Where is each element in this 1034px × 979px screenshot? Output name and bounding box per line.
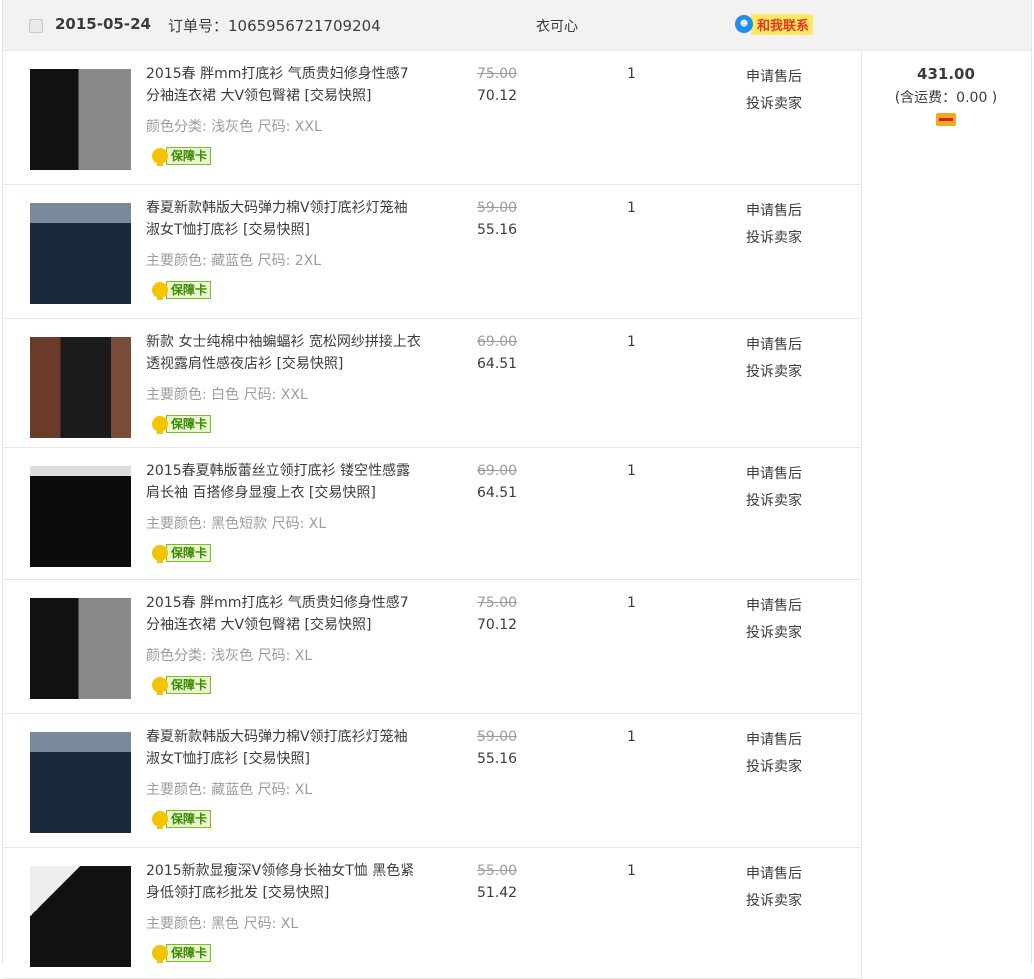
shop-name[interactable]: 衣可心 <box>536 16 578 36</box>
quantity: 1 <box>627 200 636 216</box>
order-item-row: 2015春 胖mm打底衫 气质贵妇修身性感7分袖连衣裙 大V领包臀裙 [交易快照… <box>3 51 861 185</box>
total-amount: 431.00 <box>917 65 975 83</box>
guarantee-badge[interactable]: 保障卡 <box>152 146 212 166</box>
product-thumbnail[interactable] <box>30 466 131 567</box>
product-sku: 主要颜色: 黑色 尺码: XL <box>146 916 299 932</box>
paid-price: 64.51 <box>477 356 518 372</box>
guarantee-label: 保障卡 <box>166 544 212 562</box>
after-sales-link[interactable]: 申请售后 <box>746 463 802 483</box>
after-sales-link[interactable]: 申请售后 <box>746 334 802 354</box>
original-price: 55.00 <box>477 863 518 879</box>
guarantee-icon <box>152 545 168 563</box>
order-item-row: 春夏新款韩版大码弹力棉V领打底衫灯笼袖淑女T恤打底衫 [交易快照] 主要颜色: … <box>3 714 861 848</box>
paid-price: 51.42 <box>477 885 518 901</box>
complain-seller-link[interactable]: 投诉卖家 <box>746 93 802 113</box>
guarantee-label: 保障卡 <box>166 944 212 962</box>
original-price: 75.00 <box>477 595 518 611</box>
paid-price: 64.51 <box>477 485 518 501</box>
quantity: 1 <box>627 863 636 879</box>
order-header: 2015-05-24 订单号：1065956721709204 衣可心 ☻ 和我… <box>3 0 1031 51</box>
guarantee-label: 保障卡 <box>166 281 212 299</box>
item-list: 2015春 胖mm打底衫 气质贵妇修身性感7分袖连衣裙 大V领包臀裙 [交易快照… <box>3 51 862 979</box>
guarantee-icon <box>152 945 168 963</box>
complain-seller-link[interactable]: 投诉卖家 <box>746 890 802 910</box>
contact-seller-label: 和我联系 <box>751 13 814 35</box>
guarantee-icon <box>152 282 168 300</box>
contact-seller-button[interactable]: ☻ 和我联系 <box>735 13 814 35</box>
complain-seller-link[interactable]: 投诉卖家 <box>746 622 802 642</box>
product-thumbnail[interactable] <box>30 866 131 967</box>
guarantee-icon <box>152 148 168 166</box>
shipping-fee: (含运费：0.00 ) <box>894 90 998 106</box>
order-card: 2015-05-24 订单号：1065956721709204 衣可心 ☻ 和我… <box>2 0 1032 979</box>
guarantee-badge[interactable]: 保障卡 <box>152 414 212 434</box>
order-total: 431.00 (含运费：0.00 ) <box>861 51 1031 130</box>
product-sku: 主要颜色: 藏蓝色 尺码: 2XL <box>146 253 322 269</box>
after-sales-link[interactable]: 申请售后 <box>746 66 802 86</box>
order-date: 2015-05-24 <box>55 15 151 33</box>
guarantee-label: 保障卡 <box>166 810 212 828</box>
paid-price: 70.12 <box>477 88 518 104</box>
quantity: 1 <box>627 66 636 82</box>
guarantee-label: 保障卡 <box>166 676 212 694</box>
product-thumbnail[interactable] <box>30 337 131 438</box>
quantity: 1 <box>627 334 636 350</box>
product-thumbnail[interactable] <box>30 732 131 833</box>
original-price: 69.00 <box>477 334 518 350</box>
product-title[interactable]: 春夏新款韩版大码弹力棉V领打底衫灯笼袖淑女T恤打底衫 [交易快照] <box>146 726 421 770</box>
guarantee-icon <box>152 416 168 434</box>
chat-icon: ☻ <box>735 15 753 33</box>
original-price: 75.00 <box>477 66 518 82</box>
product-title[interactable]: 2015新款显瘦深V领修身长袖女T恤 黑色紧身低领打底衫批发 [交易快照] <box>146 860 421 904</box>
order-item-row: 2015春夏韩版蕾丝立领打底衫 镂空性感露肩长袖 百搭修身显瘦上衣 [交易快照]… <box>3 448 861 580</box>
order-number: 订单号：1065956721709204 <box>168 17 381 35</box>
after-sales-link[interactable]: 申请售后 <box>746 863 802 883</box>
complain-seller-link[interactable]: 投诉卖家 <box>746 756 802 776</box>
complain-seller-link[interactable]: 投诉卖家 <box>746 361 802 381</box>
order-item-row: 2015新款显瘦深V领修身长袖女T恤 黑色紧身低领打底衫批发 [交易快照] 主要… <box>3 848 861 979</box>
guarantee-badge[interactable]: 保障卡 <box>152 675 212 695</box>
original-price: 69.00 <box>477 463 518 479</box>
after-sales-link[interactable]: 申请售后 <box>746 595 802 615</box>
quantity: 1 <box>627 595 636 611</box>
product-title[interactable]: 春夏新款韩版大码弹力棉V领打底衫灯笼袖淑女T恤打底衫 [交易快照] <box>146 197 421 241</box>
paid-price: 55.16 <box>477 222 518 238</box>
quantity: 1 <box>627 463 636 479</box>
order-checkbox[interactable] <box>29 19 43 33</box>
original-price: 59.00 <box>477 200 518 216</box>
guarantee-icon <box>152 677 168 695</box>
after-sales-link[interactable]: 申请售后 <box>746 200 802 220</box>
paid-price: 70.12 <box>477 617 518 633</box>
product-sku: 主要颜色: 藏蓝色 尺码: XL <box>146 782 313 798</box>
product-thumbnail[interactable] <box>30 598 131 699</box>
product-title[interactable]: 2015春 胖mm打底衫 气质贵妇修身性感7分袖连衣裙 大V领包臀裙 [交易快照… <box>146 592 421 636</box>
after-sales-link[interactable]: 申请售后 <box>746 729 802 749</box>
product-sku: 主要颜色: 黑色短款 尺码: XL <box>146 516 327 532</box>
product-sku: 颜色分类: 浅灰色 尺码: XXL <box>146 119 322 135</box>
payment-card-icon[interactable] <box>936 113 956 126</box>
product-title[interactable]: 新款 女士纯棉中袖蝙蝠衫 宽松网纱拼接上衣 透视露肩性感夜店衫 [交易快照] <box>146 331 421 375</box>
paid-price: 55.16 <box>477 751 518 767</box>
guarantee-badge[interactable]: 保障卡 <box>152 543 212 563</box>
guarantee-icon <box>152 811 168 829</box>
complain-seller-link[interactable]: 投诉卖家 <box>746 227 802 247</box>
order-item-row: 新款 女士纯棉中袖蝙蝠衫 宽松网纱拼接上衣 透视露肩性感夜店衫 [交易快照] 主… <box>3 319 861 448</box>
product-thumbnail[interactable] <box>30 203 131 304</box>
complain-seller-link[interactable]: 投诉卖家 <box>746 490 802 510</box>
guarantee-badge[interactable]: 保障卡 <box>152 280 212 300</box>
product-sku: 颜色分类: 浅灰色 尺码: XL <box>146 648 313 664</box>
guarantee-label: 保障卡 <box>166 147 212 165</box>
product-title[interactable]: 2015春夏韩版蕾丝立领打底衫 镂空性感露肩长袖 百搭修身显瘦上衣 [交易快照] <box>146 460 421 504</box>
guarantee-badge[interactable]: 保障卡 <box>152 943 212 963</box>
guarantee-label: 保障卡 <box>166 415 212 433</box>
product-thumbnail[interactable] <box>30 69 131 170</box>
order-item-row: 2015春 胖mm打底衫 气质贵妇修身性感7分袖连衣裙 大V领包臀裙 [交易快照… <box>3 580 861 714</box>
guarantee-badge[interactable]: 保障卡 <box>152 809 212 829</box>
product-sku: 主要颜色: 白色 尺码: XXL <box>146 387 308 403</box>
original-price: 59.00 <box>477 729 518 745</box>
product-title[interactable]: 2015春 胖mm打底衫 气质贵妇修身性感7分袖连衣裙 大V领包臀裙 [交易快照… <box>146 63 421 107</box>
order-item-row: 春夏新款韩版大码弹力棉V领打底衫灯笼袖淑女T恤打底衫 [交易快照] 主要颜色: … <box>3 185 861 319</box>
quantity: 1 <box>627 729 636 745</box>
